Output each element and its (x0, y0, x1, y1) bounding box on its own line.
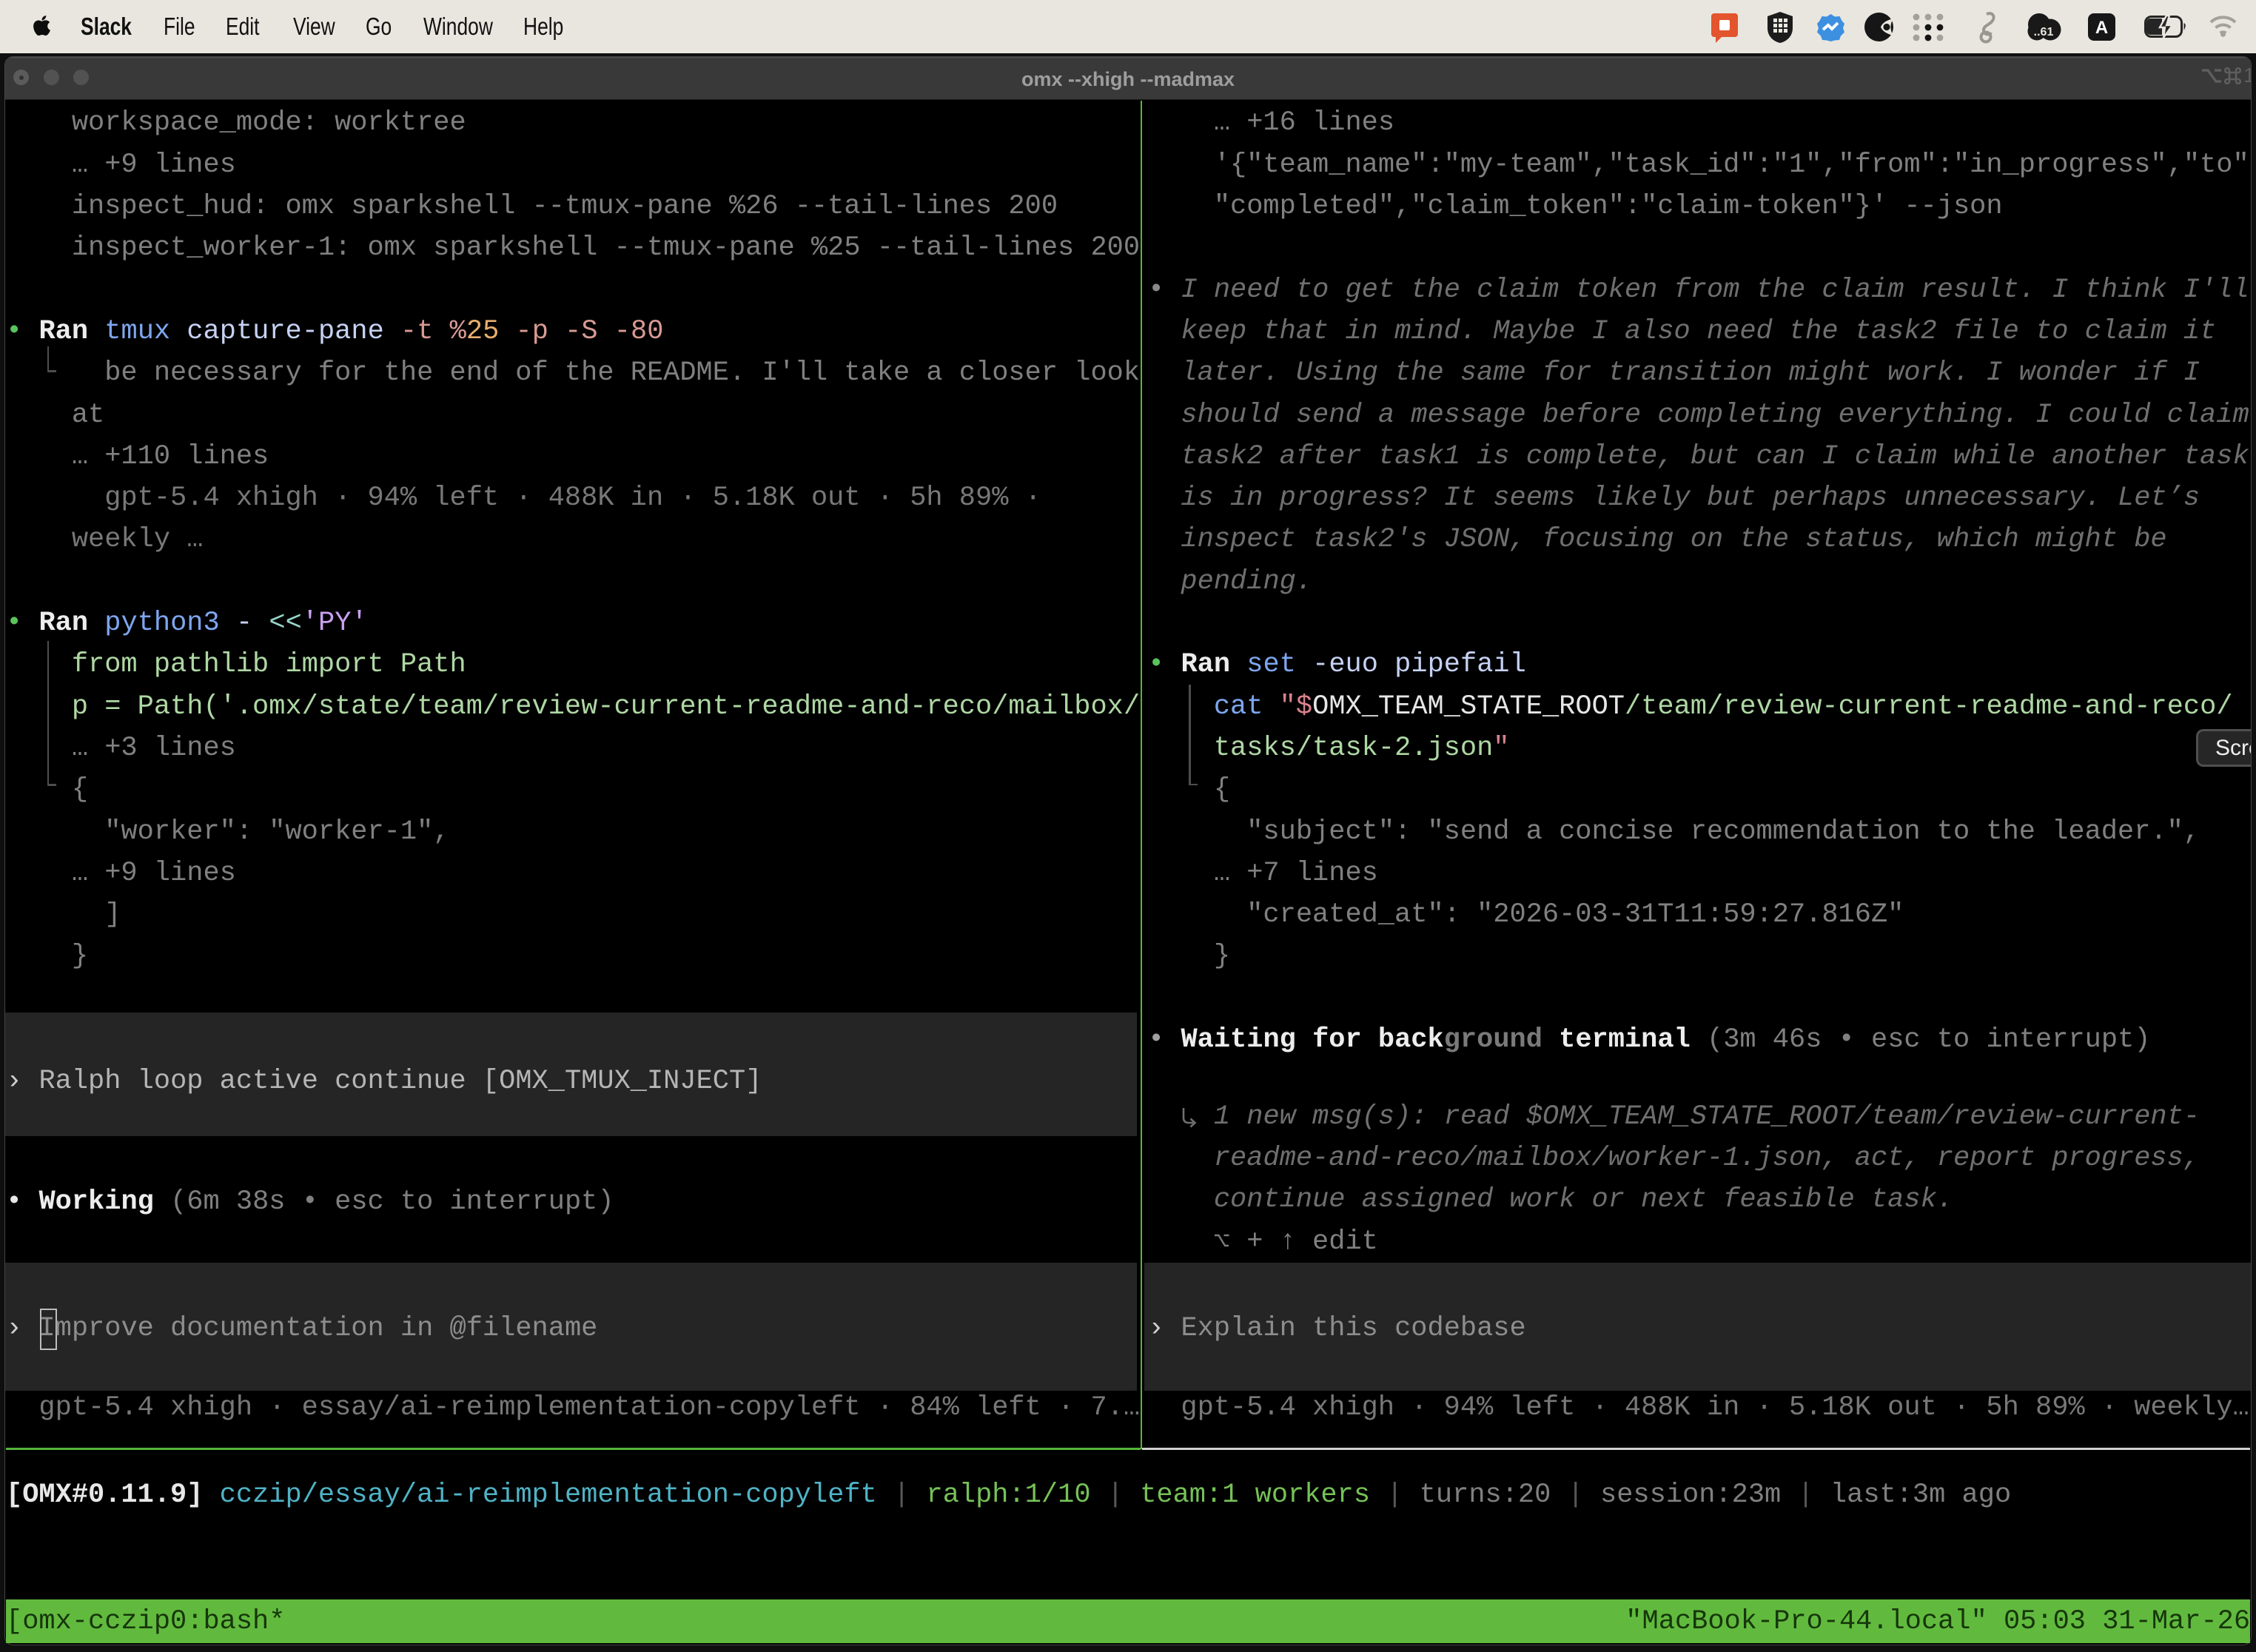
svg-text:..61: ..61 (2034, 26, 2054, 38)
svg-text:A: A (2095, 18, 2108, 38)
